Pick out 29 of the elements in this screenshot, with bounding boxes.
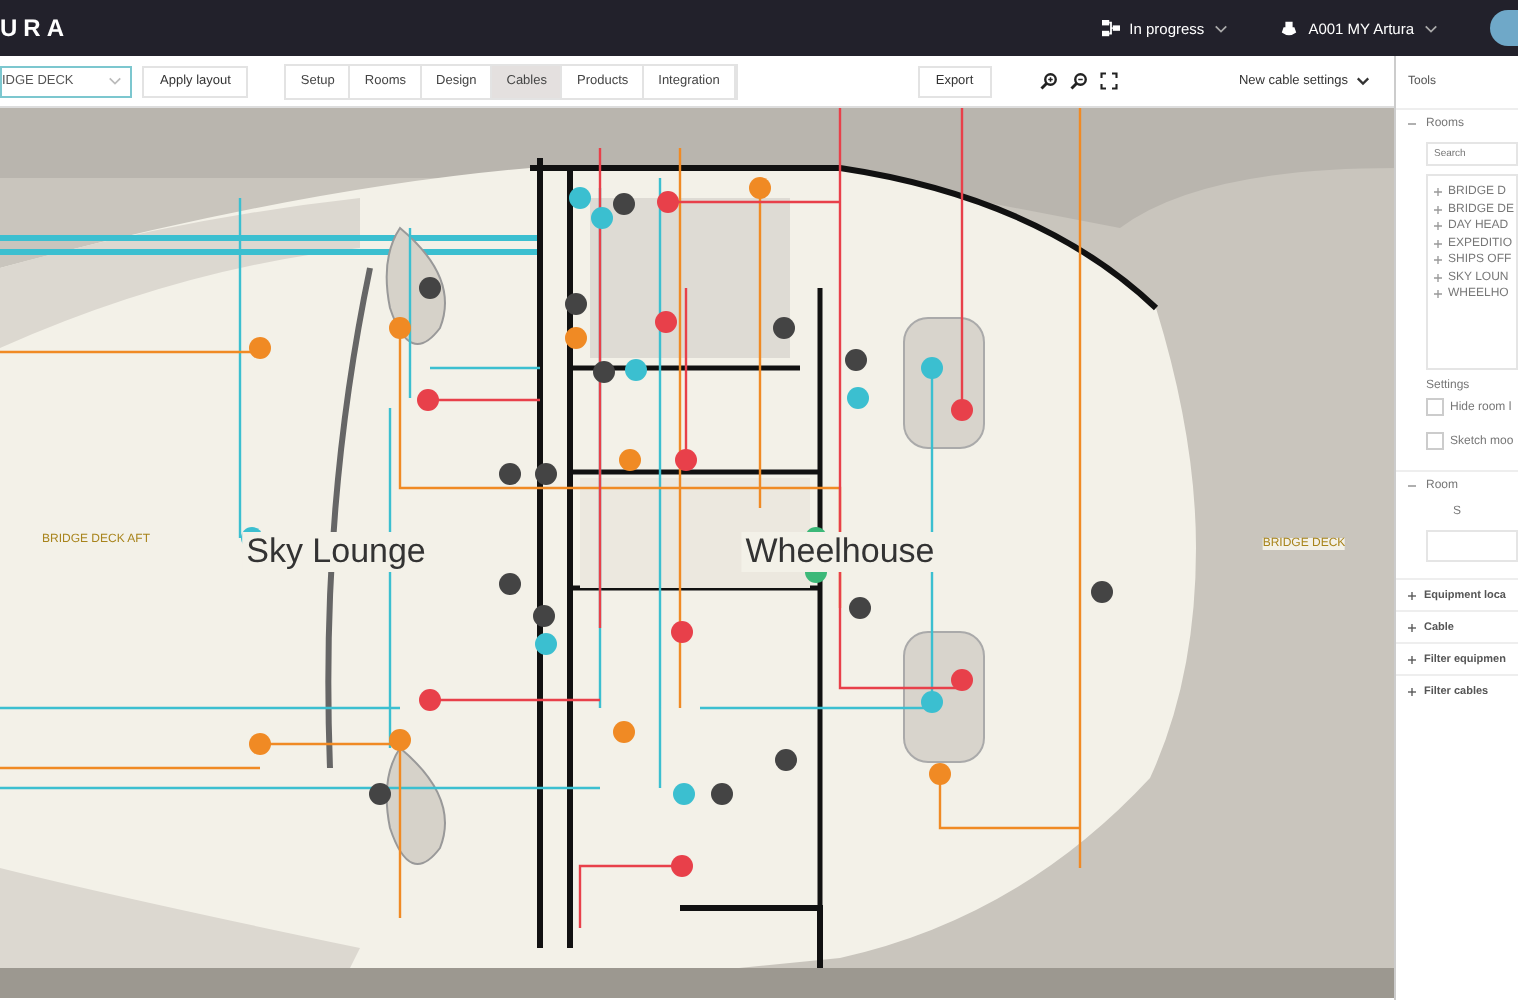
expand-icon	[1408, 655, 1416, 663]
fullscreen-icon[interactable]	[1099, 72, 1118, 90]
chevron-icon	[1424, 23, 1438, 33]
chevron-icon	[1356, 76, 1370, 86]
checkbox[interactable]	[1426, 398, 1444, 416]
checkbox[interactable]	[1426, 432, 1444, 450]
app-logo: URA	[0, 14, 70, 42]
expand-icon	[1434, 222, 1442, 231]
room-input[interactable]	[1426, 530, 1518, 562]
room-label: Wheelhouse	[741, 532, 939, 572]
chevron-icon	[108, 76, 122, 86]
expand-icon	[1434, 273, 1442, 282]
expand-icon	[1434, 256, 1442, 265]
expand-icon	[1434, 205, 1442, 214]
expand-icon	[1408, 623, 1416, 631]
workflow-icon	[1101, 19, 1120, 37]
collapse-icon	[1408, 120, 1416, 128]
zoom-in-icon[interactable]	[1039, 72, 1058, 90]
user-avatar[interactable]	[1490, 10, 1518, 46]
chevron-icon	[1214, 23, 1229, 33]
expand-icon	[1434, 290, 1442, 299]
zoom-out-icon[interactable]	[1069, 72, 1088, 90]
expand-icon	[1434, 239, 1442, 248]
expand-icon	[1434, 188, 1442, 197]
ship-icon	[1280, 19, 1299, 37]
expand-icon	[1408, 591, 1416, 599]
collapse-icon	[1408, 482, 1416, 490]
room-label: Sky Lounge	[242, 532, 430, 572]
expand-icon	[1408, 687, 1416, 695]
